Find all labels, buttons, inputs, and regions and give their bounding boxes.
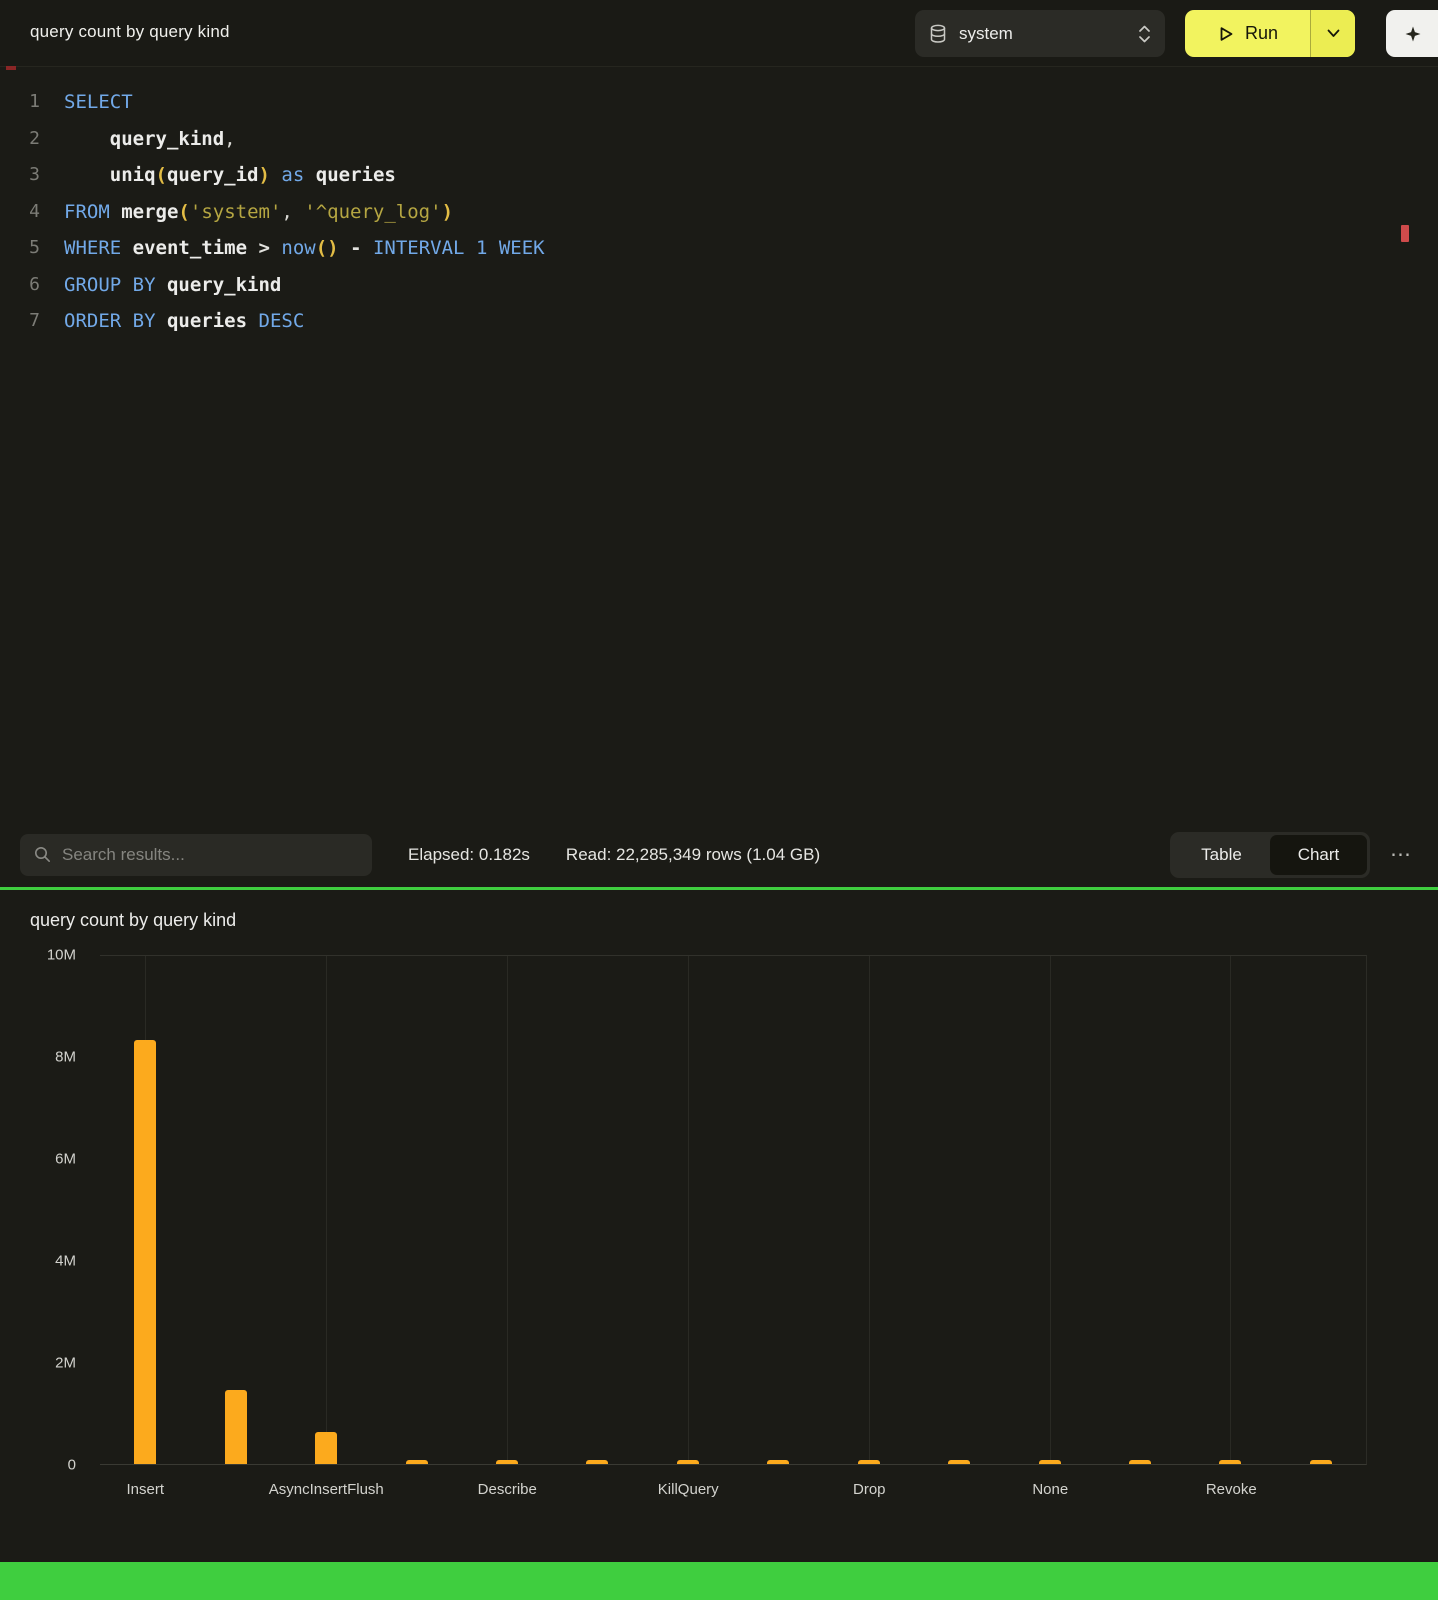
bar (948, 1460, 970, 1464)
database-icon (929, 24, 947, 44)
y-axis-label: 10M (47, 947, 76, 964)
code-line: 1SELECT (0, 84, 1438, 121)
sql-editor[interactable]: 1SELECT2 query_kind,3 uniq(query_id) as … (0, 67, 1438, 822)
y-axis-label: 4M (55, 1253, 76, 1270)
code-line: 4FROM merge('system', '^query_log') (0, 194, 1438, 231)
tab-table[interactable]: Table (1173, 835, 1270, 875)
bar (496, 1460, 518, 1464)
bar (406, 1460, 428, 1464)
ellipsis-icon: ⋯ (1390, 843, 1412, 866)
bar (1219, 1460, 1241, 1464)
edge-button[interactable] (1386, 10, 1438, 57)
chevron-up-down-icon (1138, 24, 1151, 44)
view-toggle: Table Chart (1170, 832, 1370, 878)
code-line: 3 uniq(query_id) as queries (0, 157, 1438, 194)
x-axis-label: None (1032, 1481, 1068, 1498)
bar (225, 1390, 247, 1464)
y-axis-label: 2M (55, 1355, 76, 1372)
search-icon (34, 846, 51, 863)
query-title: query count by query kind (30, 22, 230, 42)
code-line: 5WHERE event_time > now() - INTERVAL 1 W… (0, 230, 1438, 267)
top-bar: query count by query kind system Run (0, 0, 1438, 67)
tab-chart[interactable]: Chart (1270, 835, 1367, 875)
chart-title: query count by query kind (30, 910, 236, 931)
bar (677, 1460, 699, 1464)
read-stat: Read: 22,285,349 rows (1.04 GB) (566, 845, 820, 865)
search-results-input[interactable] (62, 845, 358, 865)
editor-scroll-annotation (1401, 225, 1409, 242)
code-line: 2 query_kind, (0, 121, 1438, 158)
bar (586, 1460, 608, 1464)
x-axis-label: AsyncInsertFlush (269, 1481, 384, 1498)
gridline (507, 956, 508, 1464)
x-axis-label: Revoke (1206, 1481, 1257, 1498)
play-icon (1217, 25, 1235, 43)
gridline (1050, 956, 1051, 1464)
line-number: 2 (0, 121, 40, 158)
run-button-main[interactable]: Run (1185, 10, 1310, 57)
y-axis-label: 6M (55, 1151, 76, 1168)
bar (1039, 1460, 1061, 1464)
gridline (688, 956, 689, 1464)
x-axis-label: Insert (126, 1481, 164, 1498)
line-number: 3 (0, 157, 40, 194)
line-number: 7 (0, 303, 40, 340)
x-axis: Insert AsyncInsertFlush Describe KillQuery D… (100, 1481, 1367, 1505)
y-axis-label: 8M (55, 1049, 76, 1066)
code-line: 6GROUP BY query_kind (0, 267, 1438, 304)
database-selector[interactable]: system (915, 10, 1165, 57)
line-number: 5 (0, 230, 40, 267)
elapsed-stat: Elapsed: 0.182s (408, 845, 530, 865)
database-selector-value: system (959, 24, 1126, 44)
chevron-down-icon (1327, 29, 1340, 38)
editor-left-marker (6, 66, 16, 70)
run-options-button[interactable] (1310, 10, 1355, 57)
y-axis: 10M8M6M4M2M0 (0, 955, 80, 1465)
search-results-box[interactable] (20, 834, 372, 876)
plot-area (100, 955, 1367, 1465)
x-axis-label: Drop (853, 1481, 886, 1498)
bottom-accent-bar (0, 1562, 1438, 1600)
line-number: 6 (0, 267, 40, 304)
code-lines: 1SELECT2 query_kind,3 uniq(query_id) as … (0, 84, 1438, 340)
y-axis-label: 0 (68, 1457, 76, 1474)
run-button-label: Run (1245, 23, 1278, 44)
gridline (869, 956, 870, 1464)
bar (315, 1432, 337, 1464)
bar (767, 1460, 789, 1464)
gridline (326, 956, 327, 1464)
gridline (1230, 956, 1231, 1464)
chart-panel: query count by query kind 10M 8M 6M 4M 2M 0 I… (0, 890, 1438, 1562)
sparkle-icon (1404, 25, 1422, 43)
bar (1310, 1460, 1332, 1464)
line-number: 1 (0, 84, 40, 121)
x-axis-label: KillQuery (658, 1481, 719, 1498)
x-axis-label: Describe (478, 1481, 537, 1498)
more-options-button[interactable]: ⋯ (1384, 842, 1418, 867)
line-number: 4 (0, 194, 40, 231)
bar (858, 1460, 880, 1464)
run-button[interactable]: Run (1185, 10, 1355, 57)
results-toolbar: Elapsed: 0.182s Read: 22,285,349 rows (1… (0, 822, 1438, 887)
bar (1129, 1460, 1151, 1464)
bar (134, 1040, 156, 1464)
code-line: 7ORDER BY queries DESC (0, 303, 1438, 340)
